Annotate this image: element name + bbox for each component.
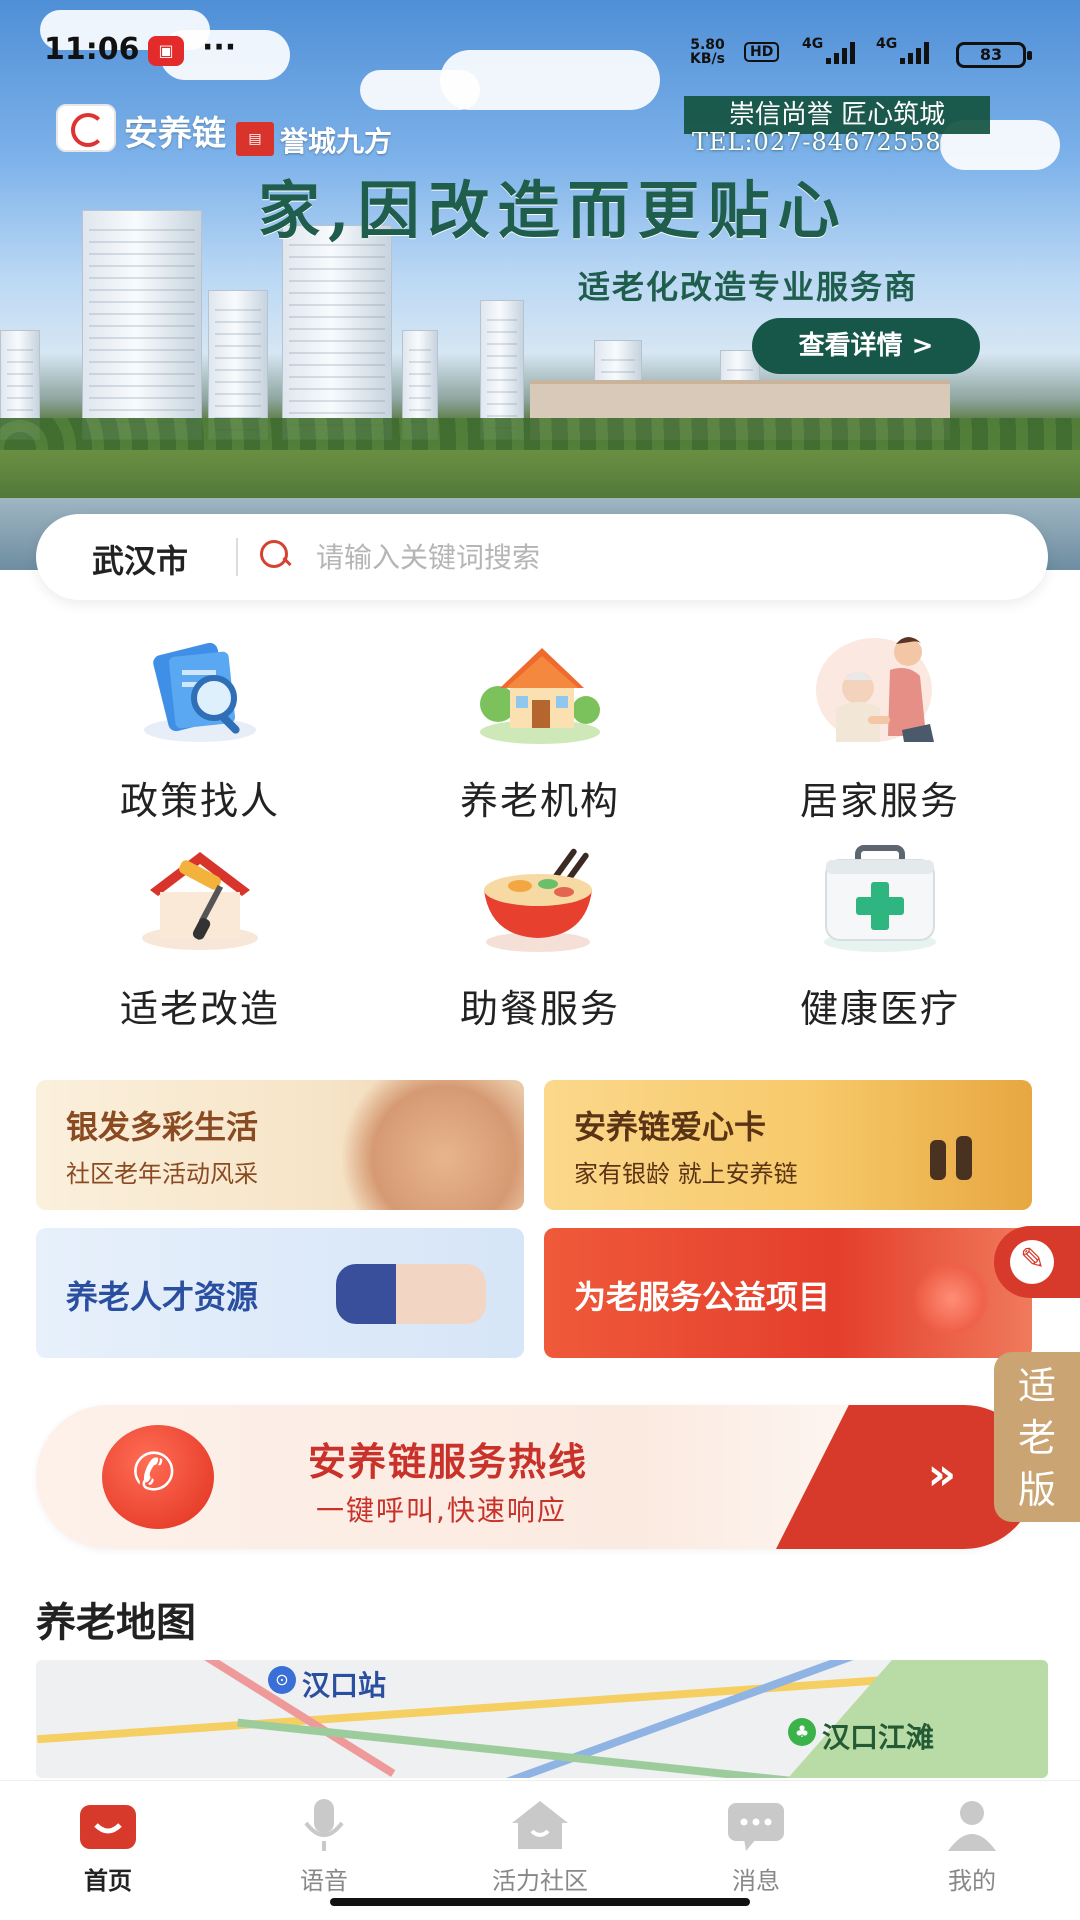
banner-headline: 家,因改造而更贴心 bbox=[258, 174, 848, 247]
hero-banner[interactable]: 11:06 ▣ ··· 5.80 KB/s HD 4G 4G 83 安养链 ▤ 誉… bbox=[0, 0, 1080, 570]
promo-card-silver-life[interactable]: 银发多彩生活 社区老年活动风采 bbox=[36, 1080, 524, 1210]
nav-community[interactable]: 活力社区 bbox=[432, 1781, 648, 1901]
microphone-icon bbox=[294, 1797, 354, 1853]
hotline-title: 安养链服务热线 bbox=[308, 1440, 589, 1484]
paint-roller-icon bbox=[130, 838, 270, 958]
search-divider bbox=[236, 538, 238, 576]
signal-label-1: 4G bbox=[802, 36, 824, 52]
service-label: 适老改造 bbox=[119, 987, 280, 1031]
partner-name: 誉城九方 bbox=[280, 125, 393, 158]
network-speed-unit: KB/s bbox=[690, 51, 725, 67]
brand-name: 安养链 bbox=[124, 114, 226, 154]
hotline-subtitle: 一键呼叫,快速响应 bbox=[316, 1494, 567, 1527]
nav-label: 消息 bbox=[732, 1867, 780, 1895]
search-input[interactable] bbox=[316, 534, 996, 580]
nav-label: 我的 bbox=[948, 1867, 996, 1895]
medical-kit-icon bbox=[810, 838, 950, 958]
nav-profile[interactable]: 我的 bbox=[864, 1781, 1080, 1901]
service-label: 政策找人 bbox=[119, 779, 280, 823]
promo-title: 养老人才资源 bbox=[66, 1278, 259, 1316]
promo-card-love-card[interactable]: 安养链爱心卡 家有银龄 就上安养链 bbox=[544, 1080, 1032, 1210]
search-icon[interactable] bbox=[260, 540, 292, 572]
status-time: 11:06 bbox=[44, 32, 140, 67]
pencil-icon: ✎ bbox=[1020, 1242, 1046, 1277]
nav-label: 活力社区 bbox=[492, 1867, 588, 1895]
nav-label: 语音 bbox=[300, 1867, 348, 1895]
app-screen: 11:06 ▣ ··· 5.80 KB/s HD 4G 4G 83 安养链 ▤ 誉… bbox=[0, 0, 1080, 1920]
promo-card-public-welfare[interactable]: 为老服务公益项目 bbox=[544, 1228, 1032, 1358]
battery-icon: 83 bbox=[956, 42, 1032, 68]
service-label: 助餐服务 bbox=[459, 987, 620, 1031]
edit-floating-button[interactable]: ✎ bbox=[994, 1226, 1080, 1298]
signal-label-2: 4G bbox=[876, 36, 898, 52]
document-search-icon bbox=[130, 630, 270, 750]
community-house-icon bbox=[510, 1797, 570, 1853]
hd-voice-icon: HD bbox=[744, 42, 780, 62]
promo-subtitle: 家有银龄 就上安养链 bbox=[574, 1160, 798, 1188]
network-speed: 5.80 KB/s bbox=[690, 38, 725, 66]
home-icon bbox=[78, 1797, 138, 1853]
home-indicator[interactable] bbox=[330, 1898, 750, 1906]
status-bar: 11:06 ▣ ··· 5.80 KB/s HD 4G 4G 83 bbox=[0, 0, 1080, 100]
partner-logo-icon: ▤ bbox=[236, 122, 274, 156]
elder-mode-label: 适老版 bbox=[1017, 1364, 1056, 1512]
hands-image bbox=[324, 1080, 524, 1210]
service-label: 养老机构 bbox=[459, 779, 620, 823]
view-details-button[interactable]: 查看详情 > bbox=[752, 318, 980, 374]
banner-subline: 适老化改造专业服务商 bbox=[578, 268, 919, 306]
nav-home[interactable]: 首页 bbox=[0, 1781, 216, 1901]
promo-card-talent[interactable]: 养老人才资源 bbox=[36, 1228, 524, 1358]
phone-glyph: ✆ bbox=[132, 1443, 176, 1503]
promo-title: 为老服务公益项目 bbox=[574, 1278, 831, 1316]
service-meal-assistance[interactable]: 助餐服务 bbox=[390, 838, 690, 1038]
app-logo-icon bbox=[56, 104, 116, 152]
building-decoration bbox=[82, 210, 202, 440]
search-bar: 武汉市 bbox=[36, 514, 1048, 600]
elderly-couple-image bbox=[956, 1136, 972, 1180]
heart-image bbox=[912, 1264, 992, 1334]
user-icon bbox=[942, 1797, 1002, 1853]
nav-voice[interactable]: 语音 bbox=[216, 1781, 432, 1901]
service-elderly-renovation[interactable]: 适老改造 bbox=[50, 838, 350, 1038]
more-notifications-icon: ··· bbox=[202, 30, 237, 65]
service-hotline-banner[interactable]: ✆ 安养链服务热线 一键呼叫,快速响应 » bbox=[36, 1405, 1036, 1549]
promo-title: 安养链爱心卡 bbox=[574, 1108, 767, 1146]
map-label-hankou-station: 汉口站 bbox=[302, 1669, 387, 1702]
promo-title: 银发多彩生活 bbox=[66, 1108, 259, 1146]
service-policy-search[interactable]: 政策找人 bbox=[50, 630, 350, 830]
building-decoration bbox=[282, 225, 392, 440]
map-label-hankou-riverside: 汉口江滩 bbox=[822, 1721, 935, 1754]
service-health-medical[interactable]: 健康医疗 bbox=[730, 838, 1030, 1038]
grass-decoration bbox=[0, 450, 1080, 500]
service-label: 居家服务 bbox=[799, 779, 960, 823]
station-pin-icon: ⊙ bbox=[268, 1666, 296, 1694]
park-pin-icon: ♣ bbox=[788, 1718, 816, 1746]
noodle-bowl-icon bbox=[470, 838, 610, 958]
city-selector[interactable]: 武汉市 bbox=[92, 536, 188, 582]
service-label: 健康医疗 bbox=[799, 987, 960, 1031]
elderly-map[interactable]: ⊙ 汉口站 ♣ 汉口江滩 bbox=[36, 1660, 1048, 1778]
signal-bars-icon bbox=[900, 40, 929, 64]
chat-bubble-icon bbox=[726, 1797, 786, 1853]
handshake-image bbox=[336, 1264, 486, 1324]
service-home-care[interactable]: 居家服务 bbox=[730, 630, 1030, 830]
chevron-right-icon[interactable]: » bbox=[928, 1449, 956, 1500]
nav-messages[interactable]: 消息 bbox=[648, 1781, 864, 1901]
elder-mode-tab[interactable]: 适老版 bbox=[994, 1352, 1080, 1522]
section-title-map: 养老地图 bbox=[36, 1600, 196, 1646]
signal-bars-icon bbox=[826, 40, 855, 64]
elderly-couple-image bbox=[930, 1140, 946, 1180]
house-icon bbox=[470, 630, 610, 750]
caregiver-icon bbox=[810, 630, 950, 750]
app-notification-icon: ▣ bbox=[148, 36, 184, 66]
banner-phone: TEL:027-84672558 bbox=[692, 128, 942, 156]
service-elderly-institution[interactable]: 养老机构 bbox=[390, 630, 690, 830]
promo-subtitle: 社区老年活动风采 bbox=[66, 1160, 258, 1188]
nav-label: 首页 bbox=[84, 1867, 132, 1895]
